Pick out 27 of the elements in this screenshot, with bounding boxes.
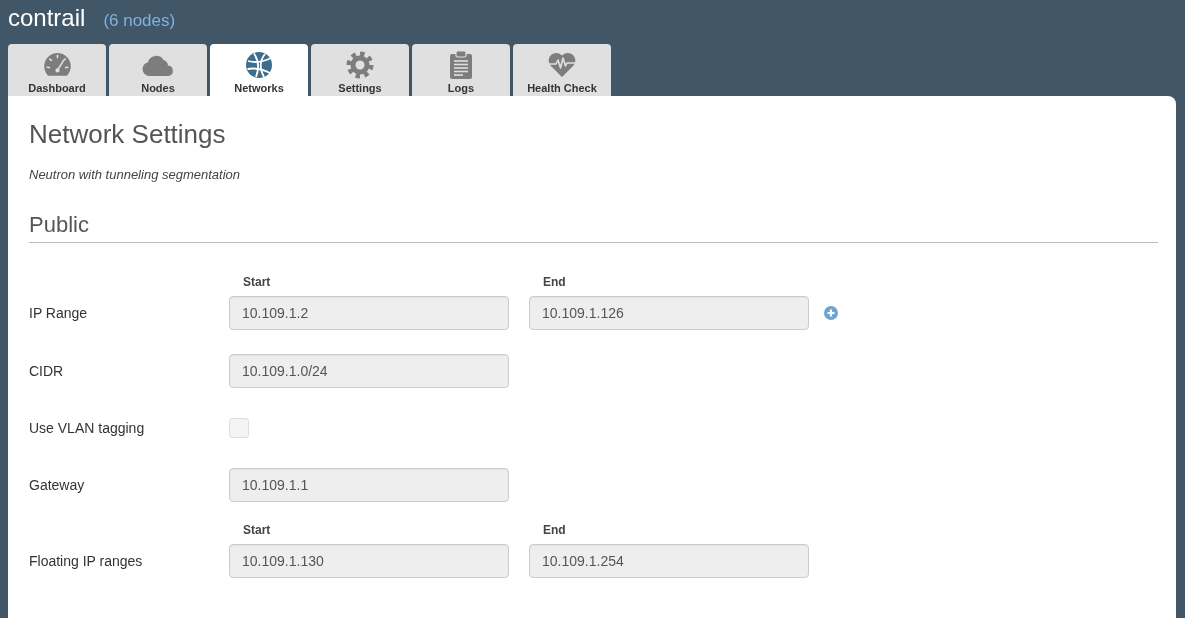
column-heading: Start — [243, 274, 271, 290]
page-title: Network Settings — [29, 118, 226, 150]
heart-pulse-icon — [548, 52, 576, 77]
cloud-icon — [142, 53, 174, 76]
tab[interactable]: Dashboard — [8, 44, 106, 96]
field-label: Floating IP ranges — [29, 552, 143, 571]
field-label: Use VLAN tagging — [29, 419, 145, 438]
page-subtitle: Neutron with tunneling segmentation — [29, 166, 241, 184]
tab[interactable]: Logs — [412, 44, 510, 96]
section-heading: Public — [29, 211, 89, 239]
gear-icon — [346, 50, 374, 79]
field-label: CIDR — [29, 362, 64, 381]
tab[interactable]: Settings — [311, 44, 409, 96]
node-count: (6 nodes) — [103, 10, 176, 32]
column-heading: Start — [243, 522, 271, 538]
clipboard-icon — [450, 50, 472, 79]
add-icon[interactable] — [824, 306, 838, 320]
column-heading: End — [543, 274, 566, 290]
tab[interactable]: Health Check — [513, 44, 611, 96]
field-label: Gateway — [29, 476, 85, 495]
column-heading: End — [543, 522, 566, 538]
gauge-icon — [43, 53, 71, 76]
tab[interactable]: Nodes — [109, 44, 207, 96]
field-label: IP Range — [29, 304, 88, 323]
app-title: contrail — [8, 3, 86, 33]
globe-icon — [246, 51, 272, 78]
tab[interactable]: Networks — [210, 44, 308, 96]
